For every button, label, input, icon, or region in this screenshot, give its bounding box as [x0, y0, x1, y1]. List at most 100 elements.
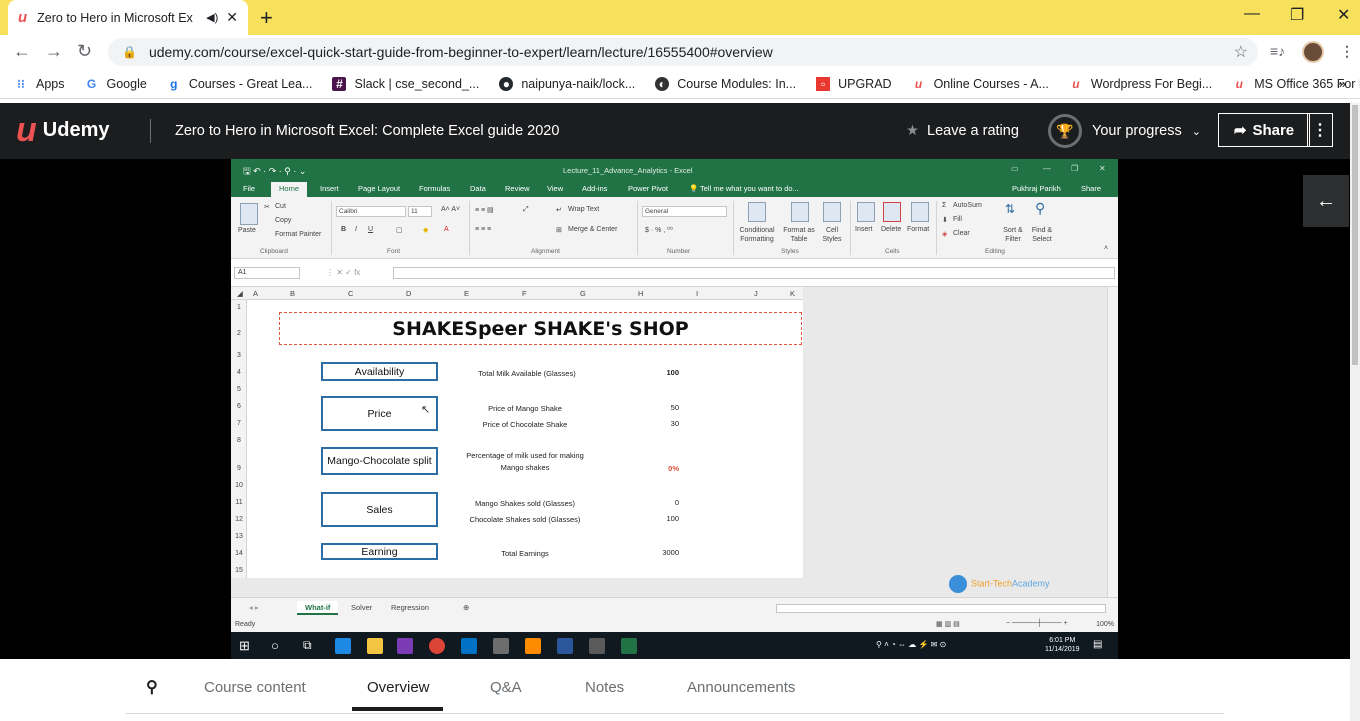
clipboard-group-label: Clipboard [260, 248, 288, 255]
excel-share: Share [1081, 184, 1102, 193]
bookmark-star-icon[interactable]: ☆ [1234, 42, 1248, 62]
tab-notes[interactable]: Notes [585, 679, 624, 696]
progress-button[interactable]: 🏆 Your progress ⌄ [1048, 114, 1201, 148]
font-color-icon: A [444, 226, 449, 233]
tab-course-content[interactable]: Course content [204, 679, 306, 696]
nav-divider [126, 713, 1224, 714]
currency-icon: $ · % , ⁰⁰ [645, 227, 673, 234]
styles-group-label: Styles [781, 248, 799, 255]
excel-status-bar: Ready ▦ ▥ ▤ − ─────┼──── + 100% [231, 619, 1118, 632]
bookmark-course-modules[interactable]: ◐ Course Modules: In... [655, 76, 796, 91]
earning-box: Earning [321, 543, 438, 560]
ribbon-separator [733, 201, 734, 255]
back-icon[interactable]: ← [13, 41, 31, 62]
browser-menu-icon[interactable]: ⋮ [1340, 43, 1354, 60]
collapse-sidebar-button[interactable]: ← [1303, 175, 1349, 227]
row-header: 1 [237, 304, 241, 311]
lock-icon[interactable]: 🔒 [122, 45, 137, 59]
sheet-nav-arrows-icon: ◂ ▸ [249, 603, 259, 612]
bookmark-google[interactable]: G Google [85, 77, 147, 91]
bookmark-wordpress[interactable]: u Wordpress For Begi... [1069, 77, 1212, 91]
course-title[interactable]: Zero to Hero in Microsoft Excel: Complet… [175, 123, 559, 139]
column-headers: ◢ A B C D E F G H I J K [231, 287, 803, 300]
row-header: 2 [237, 330, 241, 337]
bookmark-great-learning[interactable]: g Courses - Great Lea... [167, 77, 312, 91]
browser-toolbar: ← → ↻ 🔒 udemy.com/course/excel-quick-sta… [0, 35, 1360, 69]
close-window-icon[interactable]: ✕ [1337, 5, 1350, 25]
bookmark-apps[interactable]: ⁝⁝ Apps [14, 76, 64, 91]
onenote-icon [397, 638, 413, 654]
tell-me-icon: 💡 [689, 184, 699, 193]
format-as-table-icon [791, 202, 809, 222]
scrollbar-thumb[interactable] [1352, 105, 1358, 365]
column-header: C [348, 289, 354, 298]
apps-grid-icon: ⁝⁝ [17, 76, 25, 91]
column-header: H [638, 289, 644, 298]
zoom-level: 100% [1096, 621, 1114, 628]
outlook-icon [461, 638, 477, 654]
media-control-icon[interactable]: ≡♪ [1270, 43, 1285, 59]
insert-cells-label: Insert [855, 226, 873, 233]
row-header: 12 [235, 516, 243, 523]
more-bookmarks-icon[interactable]: » [1339, 76, 1346, 91]
column-header: A [253, 289, 259, 298]
excel-tab-view: View [547, 184, 564, 193]
address-bar[interactable]: 🔒 udemy.com/course/excel-quick-start-gui… [108, 38, 1258, 66]
browser-tab[interactable]: u Zero to Hero in Microsoft Ex ◀) ✕ [8, 0, 248, 35]
row-header: 3 [237, 352, 241, 359]
profile-avatar[interactable] [1302, 41, 1324, 63]
copy-label: Copy [275, 217, 292, 224]
column-header: G [580, 289, 586, 298]
reload-icon[interactable]: ↻ [77, 41, 92, 62]
new-tab-button[interactable]: + [260, 5, 273, 31]
bookmark-online-courses[interactable]: u Online Courses - A... [912, 77, 1049, 91]
formula-bar: A1 ⋮ ✕ ✓ fx [231, 259, 1118, 287]
minimize-window-icon[interactable]: — [1244, 5, 1260, 23]
name-box: A1 [234, 267, 300, 279]
formula-input [393, 267, 1115, 279]
paste-label: Paste [238, 227, 256, 234]
delete-cells-label: Delete [881, 226, 902, 233]
leave-rating-button[interactable]: ★ Leave a rating [906, 123, 1019, 139]
tab-qa[interactable]: Q&A [490, 679, 522, 696]
tab-announcements[interactable]: Announcements [687, 679, 795, 696]
column-header: J [754, 289, 758, 298]
sheet-tab-regression: Regression [391, 603, 429, 612]
page-scrollbar[interactable] [1350, 103, 1360, 721]
worksheet-blank-area [803, 287, 1107, 597]
add-sheet-icon: ⊕ [463, 603, 470, 612]
bookmark-github[interactable]: ● naipunya-naik/lock... [499, 76, 635, 91]
select-all-corner: ◢ [237, 289, 243, 298]
brand-name: Udemy [42, 118, 110, 141]
bookmark-upgrad[interactable]: ▫ UPGRAD [816, 76, 892, 91]
font-name-box: Calibri [336, 206, 406, 217]
bookmark-label: Wordpress For Begi... [1090, 76, 1213, 91]
restore-window-icon[interactable]: ❐ [1290, 5, 1304, 25]
udemy-logo-icon: u [16, 111, 37, 149]
format-cells-icon [911, 202, 929, 222]
sort-filter-icon: ⇅ [1005, 202, 1016, 216]
column-header: B [290, 289, 296, 298]
url-text[interactable]: udemy.com/course/excel-quick-start-guide… [149, 44, 773, 60]
forward-icon[interactable]: → [45, 41, 63, 62]
row-header: 9 [237, 465, 241, 472]
udemy-logo[interactable]: u Udemy [16, 113, 109, 147]
fill-label: Fill [953, 216, 962, 223]
header-divider [150, 119, 151, 143]
more-options-button[interactable]: ⋮ [1307, 113, 1333, 147]
search-icon[interactable]: ⚲ [146, 677, 158, 697]
row-header: 8 [237, 437, 241, 444]
globe-icon: ◐ [655, 76, 670, 91]
underline-icon: U [368, 226, 374, 233]
bookmark-slack[interactable]: # Slack | cse_second_... [332, 76, 479, 91]
excel-user-name: Pukhraj Parikh [1012, 184, 1061, 193]
wrap-text-label: Wrap Text [568, 206, 600, 213]
share-button[interactable]: ➦ Share [1218, 113, 1310, 147]
wrap-icon: ↵ [556, 207, 562, 214]
audio-playing-icon[interactable]: ◀) [206, 11, 218, 24]
tab-overview[interactable]: Overview [367, 679, 430, 696]
close-tab-icon[interactable]: ✕ [226, 9, 238, 26]
column-header: E [464, 289, 470, 298]
google-icon: G [86, 76, 97, 91]
browser-tab-strip: u Zero to Hero in Microsoft Ex ◀) ✕ + — … [0, 0, 1360, 35]
